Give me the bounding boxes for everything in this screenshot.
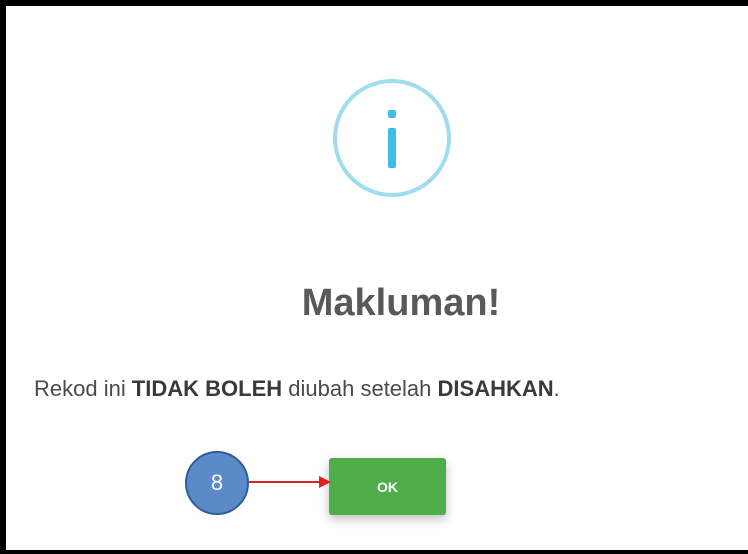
info-icon-bar <box>388 128 396 168</box>
message-bold-2: DISAHKAN <box>437 376 554 401</box>
step-badge: 8 <box>185 451 249 515</box>
message-text-1: Rekod ini <box>34 376 132 401</box>
dialog-title: Makluman! <box>301 282 501 324</box>
alert-dialog: Makluman! Rekod ini TIDAK BOLEH diubah s… <box>6 6 748 550</box>
message-text-3: . <box>553 376 560 401</box>
message-bold-1: TIDAK BOLEH <box>131 376 283 401</box>
info-icon-dot <box>388 110 396 118</box>
dialog-message: Rekod ini TIDAK BOLEH diubah setelah DIS… <box>34 376 560 402</box>
annotation-arrow <box>249 476 331 488</box>
message-text-2: diubah setelah <box>282 376 438 401</box>
ok-button[interactable]: OK <box>329 458 446 515</box>
info-icon <box>333 79 451 197</box>
arrow-head <box>319 476 331 488</box>
